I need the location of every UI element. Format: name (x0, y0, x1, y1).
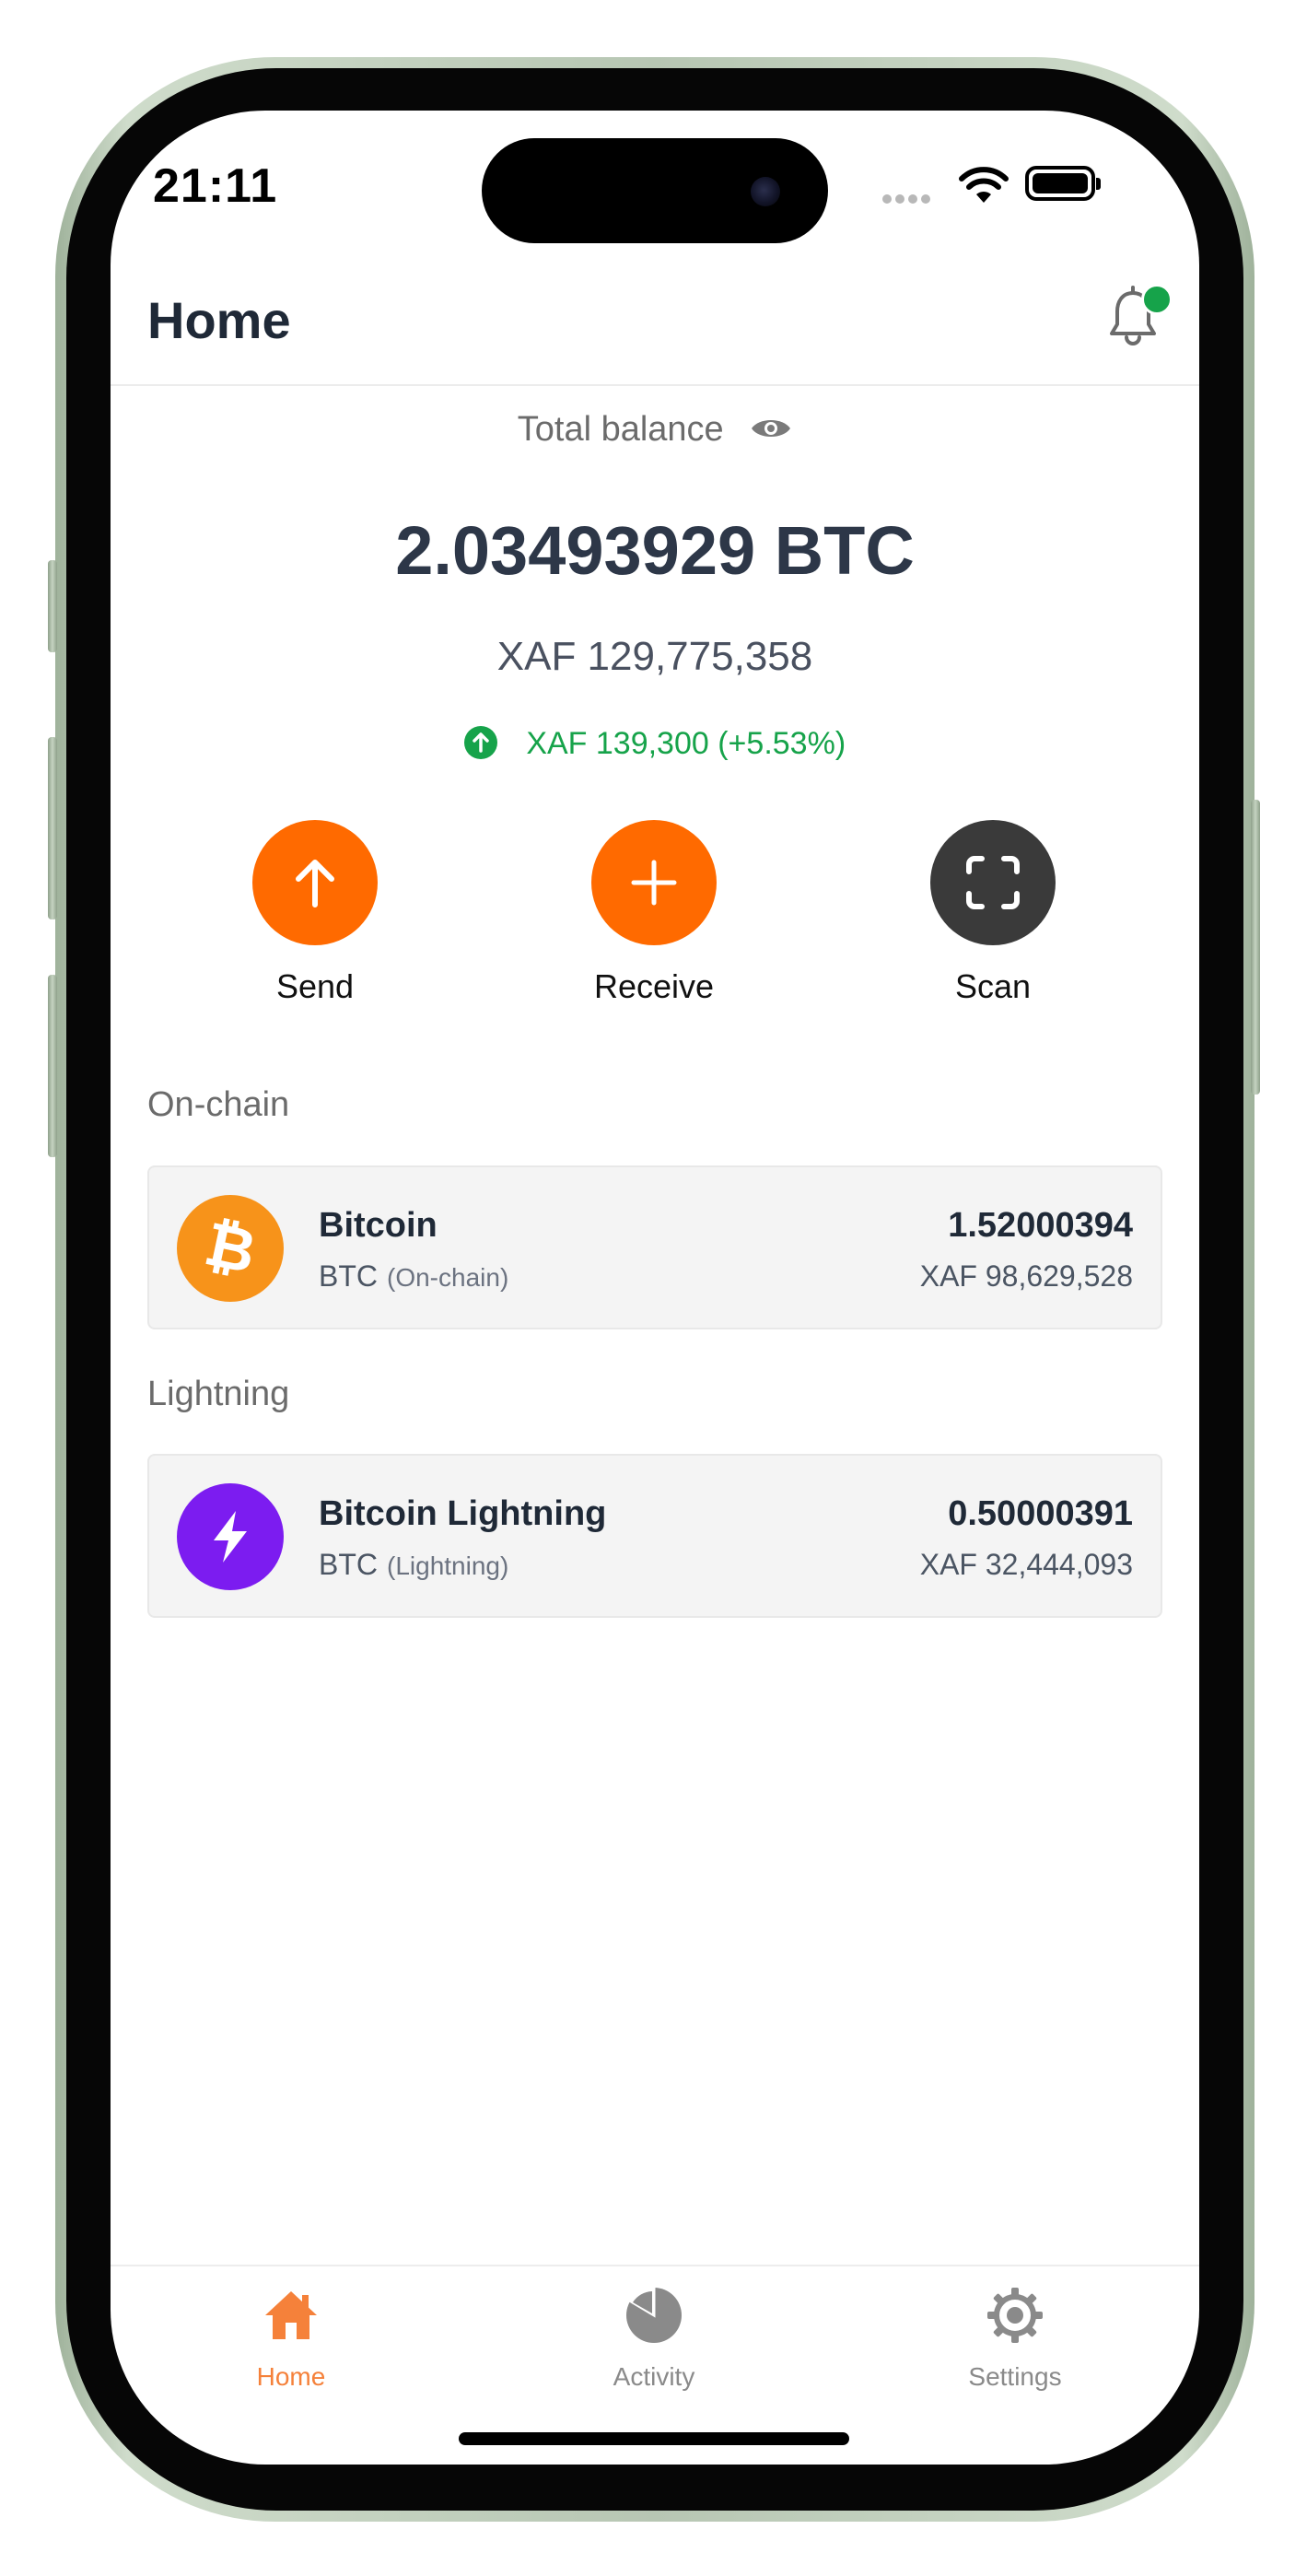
tab-label: Settings (968, 2362, 1062, 2391)
cellular-signal-icon (882, 192, 934, 208)
balance-label-row: Total balance (111, 410, 1199, 450)
asset-fiat: XAF 98,629,528 (919, 1259, 1133, 1293)
pie-chart-icon (626, 2286, 682, 2343)
arrow-up-icon (296, 860, 334, 907)
send-button[interactable] (252, 820, 378, 945)
wifi-icon (959, 167, 1009, 203)
tab-label: Home (256, 2362, 326, 2391)
action-button (48, 560, 57, 652)
volume-down-button (48, 975, 57, 1157)
device-frame: 21:11 Home Total balance 2.03493929 BTC … (0, 0, 1307, 2576)
notification-badge (1141, 284, 1173, 315)
send-action[interactable]: Send (204, 820, 426, 1006)
balance-label: Total balance (517, 410, 724, 449)
svg-text:₿: ₿ (199, 1212, 263, 1285)
tab-settings[interactable]: Settings (904, 2283, 1126, 2392)
asset-amount: 0.50000391 (948, 1494, 1133, 1533)
tab-home[interactable]: Home (181, 2283, 402, 2392)
scan-button[interactable] (930, 820, 1056, 945)
receive-button[interactable] (591, 820, 717, 945)
balance-change-row: XAF 139,300 (+5.53%) (111, 726, 1199, 762)
asset-network: (Lightning) (387, 1551, 509, 1580)
power-button (1251, 800, 1260, 1095)
front-camera (751, 177, 780, 206)
bitcoin-icon: ₿ (177, 1195, 284, 1302)
asset-network: (On-chain) (387, 1263, 509, 1292)
tab-bar-divider (111, 2265, 1199, 2266)
scan-action[interactable]: Scan (882, 820, 1103, 1006)
header-divider (111, 384, 1199, 386)
asset-name: Bitcoin Lightning (319, 1494, 607, 1533)
asset-card-lightning[interactable]: Bitcoin Lightning BTC (Lightning) 0.50000… (147, 1454, 1162, 1618)
asset-symbol: BTC (319, 1548, 378, 1581)
battery-icon (1025, 166, 1101, 201)
page-title: Home (147, 291, 291, 349)
asset-fiat: XAF 32,444,093 (919, 1548, 1133, 1581)
asset-name: Bitcoin (319, 1206, 438, 1245)
section-label-lightning: Lightning (147, 1375, 290, 1413)
asset-symbol: BTC (319, 1259, 378, 1293)
tab-label: Activity (613, 2362, 695, 2391)
receive-action[interactable]: Receive (543, 820, 764, 1006)
eye-icon[interactable] (750, 416, 792, 441)
balance-btc: 2.03493929 BTC (395, 512, 915, 589)
tab-activity[interactable]: Activity (543, 2283, 764, 2392)
volume-up-button (48, 737, 57, 919)
scan-icon (966, 856, 1020, 909)
lightning-icon (177, 1483, 284, 1590)
send-label: Send (275, 967, 355, 1005)
balance-fiat: XAF 129,775,358 (496, 634, 813, 679)
plus-icon (631, 860, 677, 906)
arrow-up-circle-icon (463, 726, 497, 760)
scan-label: Scan (954, 967, 1032, 1005)
asset-amount: 1.52000394 (948, 1206, 1133, 1245)
asset-subtitle: BTC (On-chain) (319, 1259, 508, 1294)
section-label-onchain: On-chain (147, 1085, 290, 1124)
gear-icon (987, 2288, 1043, 2343)
home-indicator (459, 2432, 849, 2445)
asset-card-bitcoin[interactable]: ₿ Bitcoin BTC (On-chain) 1.52000394 XAF 9… (147, 1165, 1162, 1329)
asset-subtitle: BTC (Lightning) (319, 1548, 508, 1582)
home-icon (265, 2291, 317, 2339)
balance-change: XAF 139,300 (+5.53%) (526, 726, 846, 761)
receive-label: Receive (593, 967, 715, 1005)
status-time: 21:11 (153, 159, 278, 213)
